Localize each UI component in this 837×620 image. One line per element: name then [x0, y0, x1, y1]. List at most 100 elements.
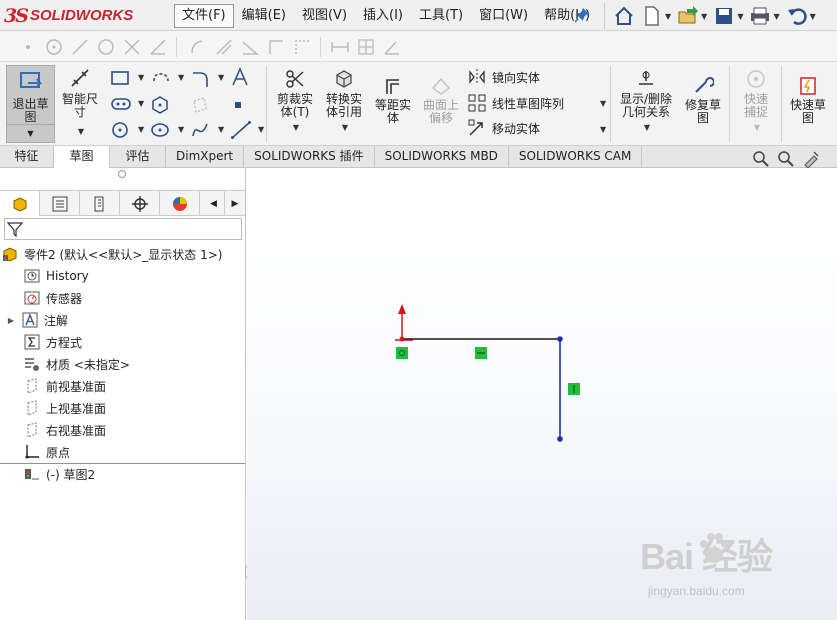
sketch-endpoint[interactable] [557, 436, 563, 442]
tab-features[interactable]: 特征 [0, 146, 54, 167]
save-button[interactable]: ▼ [713, 5, 743, 27]
chevron-down-icon[interactable]: ▼ [7, 124, 54, 143]
tree-item-top-plane[interactable]: 上视基准面 [24, 397, 106, 419]
chevron-down-icon[interactable]: ▼ [665, 12, 671, 21]
polygon-icon[interactable] [96, 37, 116, 57]
chamfer-icon[interactable] [214, 37, 234, 57]
repair-sketch-button[interactable]: 修复草图 [681, 76, 725, 125]
chevron-down-icon[interactable]: ▼ [701, 12, 707, 21]
angle-icon[interactable] [240, 37, 260, 57]
move-entities-button[interactable]: 移动实体 [468, 119, 540, 137]
chevron-down-icon[interactable]: ▼ [258, 125, 264, 134]
rectangle-icon[interactable] [110, 69, 130, 87]
corner-icon[interactable] [266, 37, 286, 57]
zoom-to-fit-icon[interactable] [752, 150, 770, 168]
tab-dimxpert[interactable]: DimXpert [166, 146, 245, 167]
zoom-to-area-icon[interactable] [777, 150, 795, 168]
chevron-down-icon[interactable]: ▼ [600, 125, 606, 134]
point-small-icon[interactable] [232, 99, 244, 111]
chevron-down-icon[interactable]: ▼ [773, 12, 779, 21]
previous-view-icon[interactable] [802, 150, 820, 168]
chevron-down-icon[interactable]: ▼ [323, 121, 367, 134]
tab-display-manager[interactable] [160, 191, 200, 216]
cross-lines-icon[interactable] [122, 37, 142, 57]
chevron-down-icon[interactable]: ▼ [218, 73, 224, 82]
grid-icon[interactable] [356, 37, 376, 57]
centerline-icon[interactable] [230, 120, 252, 140]
arc-icon[interactable] [190, 69, 210, 89]
tab-dimxpert-manager[interactable] [120, 191, 160, 216]
circle-target-icon[interactable] [44, 37, 64, 57]
tree-item-sketch2[interactable]: (-) 草图2 [24, 463, 95, 485]
menu-view[interactable]: 视图(V) [294, 4, 355, 28]
exit-sketch-button[interactable]: 退出草图 ▼ [6, 65, 55, 143]
tree-item-equations[interactable]: 方程式 [24, 331, 82, 353]
linear-pattern-button[interactable]: 线性草图阵列 [468, 94, 564, 112]
tree-item-origin[interactable]: 原点 [24, 441, 70, 463]
new-document-button[interactable]: ▼ [641, 5, 671, 27]
chevron-down-icon[interactable]: ▼ [60, 125, 102, 138]
tab-feature-manager[interactable] [0, 191, 40, 216]
tree-item-right-plane[interactable]: 右视基准面 [24, 419, 106, 441]
ellipse-icon[interactable] [150, 120, 170, 140]
tree-item-sensors[interactable]: 传感器 [24, 287, 82, 309]
menu-edit[interactable]: 编辑(E) [234, 4, 294, 28]
tab-evaluate[interactable]: 评估 [110, 146, 166, 167]
tree-item-history[interactable]: History [24, 265, 89, 287]
dashed-corner-icon[interactable] [292, 37, 312, 57]
angular-dimension-icon[interactable] [382, 37, 402, 57]
smart-dimension-button[interactable]: 智能尺寸 ▼ [58, 66, 102, 138]
chevron-down-icon[interactable]: ▼ [178, 125, 184, 134]
fillet-icon[interactable] [188, 37, 208, 57]
tab-configuration-manager[interactable] [80, 191, 120, 216]
menu-window[interactable]: 窗口(W) [471, 4, 536, 28]
pin-icon[interactable] [574, 7, 590, 23]
chevron-down-icon[interactable]: ▼ [600, 99, 606, 108]
horizontal-dimension-icon[interactable] [330, 37, 350, 57]
chevron-down-icon[interactable]: ▼ [274, 121, 318, 134]
print-button[interactable]: ▼ [749, 5, 780, 27]
chevron-down-icon[interactable]: ▼ [178, 73, 184, 82]
angle-lines-icon[interactable] [148, 37, 168, 57]
offset-on-surface-button[interactable]: 曲面上偏移 [418, 76, 464, 125]
tree-root-part[interactable]: 零件2 (默认<<默认>_显示状态 1>) [2, 243, 222, 265]
trim-entities-button[interactable]: 剪裁实体(T) ▼ [272, 68, 318, 134]
tab-solidworks-addins[interactable]: SOLIDWORKS 插件 [244, 146, 375, 167]
text-icon[interactable] [230, 67, 250, 87]
coincident-relation-icon[interactable] [396, 347, 408, 359]
chevron-right-icon[interactable]: ▶ [6, 316, 16, 325]
tree-item-material[interactable]: 材质 <未指定> [24, 353, 130, 375]
menu-insert[interactable]: 插入(I) [355, 4, 411, 28]
quick-snaps-button[interactable]: 快速捕捉 ▼ [734, 68, 778, 134]
chevron-down-icon[interactable]: ▼ [218, 125, 224, 134]
slot-straight-icon[interactable] [110, 95, 132, 113]
spline-icon[interactable] [190, 120, 210, 140]
tab-solidworks-mbd[interactable]: SOLIDWORKS MBD [375, 146, 509, 167]
point-icon[interactable] [18, 37, 38, 57]
tab-sketch[interactable]: 草图 [54, 146, 110, 168]
sketch-origin-point[interactable] [399, 336, 405, 342]
tree-filter-box[interactable] [4, 218, 242, 240]
tree-item-front-plane[interactable]: 前视基准面 [24, 375, 106, 397]
home-button[interactable] [613, 5, 635, 27]
chevron-down-icon[interactable]: ▼ [810, 12, 816, 21]
panel-grip-handle[interactable] [118, 170, 126, 178]
panel-scroll-left-button[interactable]: ◀ [203, 191, 225, 216]
tab-property-manager[interactable] [40, 191, 80, 216]
undo-button[interactable]: ▼ [786, 5, 816, 27]
chevron-down-icon[interactable]: ▼ [138, 125, 144, 134]
chevron-down-icon[interactable]: ▼ [138, 99, 144, 108]
convert-entities-button[interactable]: 转换实体引用 ▼ [321, 68, 367, 134]
chevron-down-icon[interactable]: ▼ [617, 121, 677, 134]
tab-solidworks-cam[interactable]: SOLIDWORKS CAM [509, 146, 643, 167]
menu-tools[interactable]: 工具(T) [411, 4, 471, 28]
tree-item-annotations[interactable]: ▶ 注解 [6, 309, 68, 331]
menu-file[interactable]: 文件(F) [174, 4, 234, 28]
line-icon[interactable] [70, 37, 90, 57]
chevron-down-icon[interactable]: ▼ [737, 12, 743, 21]
circle-icon[interactable] [110, 120, 130, 140]
mirror-entities-button[interactable]: 镜向实体 [468, 68, 540, 86]
sketch-endpoint[interactable] [557, 336, 563, 342]
offset-entities-button[interactable]: 等距实体 [370, 76, 416, 125]
chevron-down-icon[interactable]: ▼ [138, 73, 144, 82]
